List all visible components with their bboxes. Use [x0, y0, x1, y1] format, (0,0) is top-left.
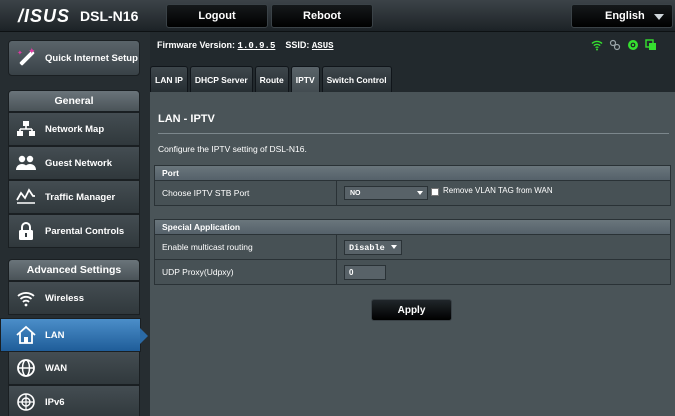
wireless-icon [15, 287, 37, 309]
row-divider [336, 181, 337, 205]
remove-vlan-checkbox[interactable] [431, 188, 439, 196]
stb-port-row: Choose IPTV STB Port NO Remove VLAN TAG … [154, 181, 671, 206]
network-map-icon [15, 118, 37, 140]
chevron-down-icon [417, 191, 423, 195]
logout-button[interactable]: Logout [166, 4, 268, 28]
sidebar-item-label: WAN [45, 362, 68, 374]
parental-controls-icon [15, 220, 37, 242]
internet-globe-icon[interactable] [627, 38, 639, 56]
status-icons [591, 38, 657, 56]
brand-logo: /ISUS [18, 5, 71, 26]
multicast-row: Enable multicast routing Disable [154, 235, 671, 260]
apply-button[interactable]: Apply [371, 299, 452, 321]
firmware-version-link[interactable]: 1.0.9.5 [238, 41, 276, 51]
tab-lan-ip[interactable]: LAN IP [150, 66, 188, 92]
sparkle-icon: ✦ [28, 46, 36, 56]
tab-route[interactable]: Route [254, 66, 289, 92]
sidebar-item-label: Parental Controls [45, 225, 125, 237]
ssid-link[interactable]: ASUS [312, 41, 334, 51]
firmware-label: Firmware Version: [157, 40, 236, 50]
language-value: English [605, 10, 645, 22]
quick-internet-setup-button[interactable]: ✦ ✦ Quick Internet Setup [8, 40, 140, 76]
row-divider [336, 260, 337, 284]
wan-icon [15, 357, 37, 379]
chevron-down-icon [391, 245, 397, 249]
multicast-select[interactable]: Disable [344, 240, 402, 255]
quick-internet-setup-label: Quick Internet Setup [45, 52, 138, 64]
sidebar-item-label: Network Map [45, 123, 105, 135]
logo: /ISUS DSL-N16 [18, 5, 138, 27]
sidebar-item-label: Wireless [45, 292, 84, 304]
sidebar-item-label: IPv6 [45, 396, 65, 408]
multicast-label: Enable multicast routing [162, 242, 253, 252]
tab-dhcp-server[interactable]: DHCP Server [189, 66, 253, 92]
sidebar-item-traffic-manager[interactable]: Traffic Manager [8, 180, 140, 214]
sidebar-item-ipv6[interactable]: IPv6 [8, 385, 140, 416]
sidebar-item-parental-controls[interactable]: Parental Controls [8, 214, 140, 248]
title-divider [158, 133, 669, 134]
chevron-down-icon [654, 14, 664, 20]
model-name: DSL-N16 [80, 8, 139, 24]
page-title: LAN - IPTV [158, 113, 215, 125]
copy-icon[interactable] [645, 38, 657, 56]
stb-port-value: NO [350, 189, 361, 197]
sparkle-icon: ✦ [17, 50, 23, 57]
wifi-icon[interactable] [591, 38, 603, 56]
udp-proxy-label: UDP Proxy(Udpxy) [162, 267, 234, 277]
multicast-value: Disable [349, 242, 385, 253]
language-select[interactable]: English [571, 4, 673, 28]
tab-iptv[interactable]: IPTV [290, 66, 320, 92]
page-description: Configure the IPTV setting of DSL-N16. [158, 144, 307, 154]
general-section-title: General [8, 90, 140, 112]
row-divider [336, 235, 337, 259]
firmware-status: Firmware Version: 1.0.9.5 SSID: ASUS [157, 40, 334, 51]
magic-wand-icon: ✦ ✦ [15, 47, 37, 69]
sidebar-item-label: Traffic Manager [45, 191, 116, 203]
usb-icon[interactable] [609, 38, 621, 56]
ipv6-icon [15, 391, 37, 413]
guest-network-icon [15, 152, 37, 174]
remove-vlan-label: Remove VLAN TAG from WAN [443, 186, 553, 195]
sidebar-item-network-map[interactable]: Network Map [8, 112, 140, 146]
traffic-manager-icon [15, 186, 37, 208]
ssid-label: SSID: [285, 40, 310, 50]
sidebar-item-wireless[interactable]: Wireless [8, 281, 140, 315]
stb-port-label: Choose IPTV STB Port [162, 188, 250, 198]
sidebar-item-label: Guest Network [45, 157, 113, 169]
udp-proxy-row: UDP Proxy(Udpxy) 0 [154, 260, 671, 285]
reboot-button[interactable]: Reboot [271, 4, 373, 28]
lan-icon [15, 324, 37, 346]
advanced-settings-title: Advanced Settings [8, 259, 140, 281]
sidebar-item-wan[interactable]: WAN [8, 351, 140, 385]
tab-switch-control[interactable]: Switch Control [321, 66, 392, 92]
special-application-header: Special Application [154, 219, 671, 235]
port-section-header: Port [154, 165, 671, 181]
content-panel: LAN - IPTV Configure the IPTV setting of… [150, 92, 675, 416]
top-bar: /ISUS DSL-N16 Logout Reboot English [0, 0, 675, 32]
sidebar-item-label: LAN [45, 329, 65, 341]
tab-bar: LAN IP DHCP Server Route IPTV Switch Con… [150, 66, 392, 92]
sidebar-item-guest-network[interactable]: Guest Network [8, 146, 140, 180]
sidebar-item-lan[interactable]: LAN [0, 318, 148, 352]
stb-port-select[interactable]: NO [344, 186, 428, 200]
udp-proxy-input[interactable]: 0 [344, 265, 386, 280]
